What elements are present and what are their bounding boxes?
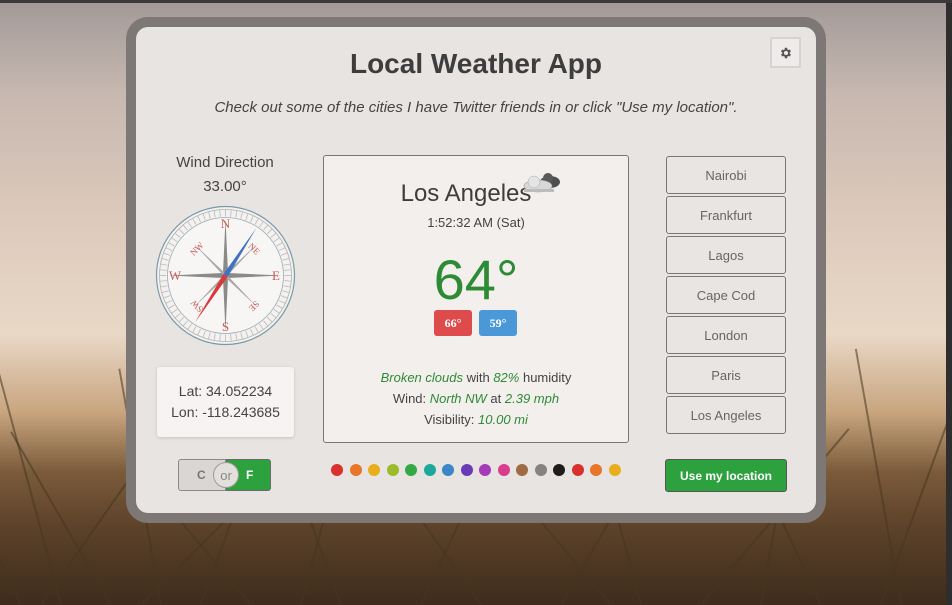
color-swatch[interactable] (516, 464, 528, 476)
city-list: Nairobi Frankfurt Lagos Cape Cod London Paris… (666, 156, 786, 436)
wind-line: Wind: North NW at 2.39 mph (323, 388, 629, 409)
color-swatch[interactable] (460, 464, 473, 476)
color-swatch[interactable] (571, 464, 584, 476)
compass-label-s: S (222, 319, 229, 334)
visibility: 10.00 mi (478, 412, 528, 427)
visibility-label: Visibility: (424, 412, 479, 427)
wind-direction-text: North NW (429, 391, 487, 406)
color-swatch[interactable] (553, 464, 565, 476)
compass-label-w: W (169, 268, 182, 283)
condition: Broken clouds (380, 370, 463, 385)
humidity-label: humidity (519, 370, 572, 385)
color-swatch[interactable] (534, 464, 547, 476)
wind-speed: 2.39 mph (504, 391, 560, 406)
wind-at: at (486, 391, 505, 406)
unit-or-divider: or (213, 462, 239, 488)
condition-with: with (462, 370, 494, 385)
compass-label-n: N (221, 216, 231, 231)
compass-label-e: E (272, 268, 280, 283)
wind-direction-title: Wind Direction (176, 154, 274, 171)
city-button[interactable]: London (666, 316, 786, 354)
city-button[interactable]: Nairobi (666, 156, 786, 194)
local-time: 1:52:32 AM (Sat) (427, 215, 525, 230)
coordinates-box: Lat: 34.052234 Lon: -118.243685 (157, 367, 294, 437)
city-button[interactable]: Paris (666, 356, 786, 394)
color-swatch[interactable] (423, 464, 436, 476)
wind-direction-value: 33.00° (203, 178, 247, 195)
humidity: 82% (493, 370, 520, 385)
page-scrollbar[interactable] (946, 3, 952, 605)
app-title: Local Weather App (349, 48, 603, 79)
city-name: Los Angeles (400, 180, 532, 207)
color-swatch[interactable] (497, 464, 510, 476)
condition-line: Broken clouds with 82% humidity (323, 367, 629, 388)
weather-details: Broken clouds with 82% humidity Wind: No… (323, 367, 629, 430)
color-swatch[interactable] (349, 464, 362, 476)
wind-label: Wind: (392, 391, 430, 406)
color-swatch[interactable] (331, 464, 343, 476)
grass-blade (10, 431, 112, 605)
grass-blade (854, 348, 902, 605)
city-button[interactable]: Frankfurt (666, 196, 786, 234)
grass-blade (0, 353, 62, 605)
current-temperature: 64° (433, 248, 519, 311)
grass-blade (880, 369, 946, 605)
city-button[interactable]: Los Angeles (666, 396, 786, 434)
use-my-location-button[interactable]: Use my location (665, 459, 787, 492)
color-swatch[interactable] (590, 464, 602, 476)
color-swatch[interactable] (368, 464, 380, 476)
city-button[interactable]: Lagos (666, 236, 786, 274)
color-swatch[interactable] (608, 464, 621, 476)
color-swatch[interactable] (386, 464, 399, 476)
color-swatch[interactable] (479, 464, 491, 476)
visibility-line: Visibility: 10.00 mi (323, 409, 629, 430)
high-temperature-badge: 66° (434, 310, 472, 336)
broken-clouds-icon (523, 173, 560, 193)
latitude: Lat: 34.052234 (178, 383, 273, 399)
app-subtitle: Check out some of the cities I have Twit… (214, 99, 738, 116)
compass: N S W E NW NE SE SW (155, 205, 296, 346)
unit-toggle[interactable]: C F or (178, 459, 271, 491)
color-swatch[interactable] (405, 464, 417, 476)
color-swatch[interactable] (442, 464, 454, 476)
city-button[interactable]: Cape Cod (666, 276, 786, 314)
longitude: Lon: -118.243685 (171, 404, 280, 420)
low-temperature-badge: 59° (479, 310, 517, 336)
theme-color-picker (331, 464, 621, 476)
